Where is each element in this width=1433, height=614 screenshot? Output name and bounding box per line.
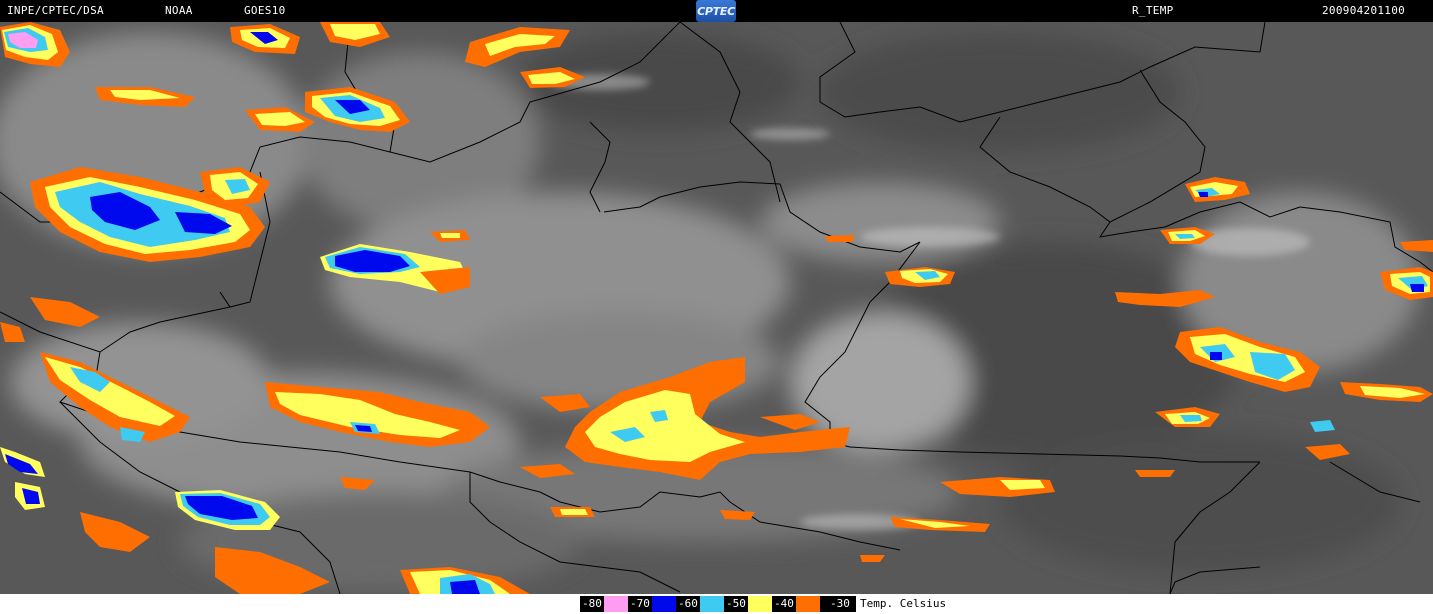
legend-color-1: [604, 596, 628, 612]
header-bar: INPE/CPTEC/DSA NOAA GOES10 CPTEC R_TEMP …: [0, 0, 1433, 22]
legend-color-5: [796, 596, 820, 612]
institution-label: INPE/CPTEC/DSA: [7, 4, 104, 17]
legend-unit-label: Temp. Celsius: [860, 597, 947, 610]
satellite-label: GOES10: [244, 4, 286, 17]
legend-color-2: [652, 596, 676, 612]
cptec-logo-text: CPTEC: [697, 4, 735, 18]
legend-color-4: [748, 596, 772, 612]
agency-label: NOAA: [165, 4, 193, 17]
legend-label-4: -50: [726, 597, 746, 610]
legend-label-3: -60: [678, 597, 698, 610]
legend-label-6: -30: [830, 597, 850, 610]
satellite-image: [0, 22, 1433, 594]
cptec-logo: CPTEC: [696, 0, 736, 22]
legend-color-3: [700, 596, 724, 612]
legend-label-2: -70: [630, 597, 650, 610]
legend-label-1: -80: [582, 597, 602, 610]
timestamp-label: 200904201100: [1322, 4, 1406, 17]
legend-label-5: -40: [774, 597, 794, 610]
temperature-legend: -80 -70 -60 -50 -40 -30 Temp. Celsius: [0, 594, 1433, 614]
product-label: R_TEMP: [1132, 4, 1174, 17]
